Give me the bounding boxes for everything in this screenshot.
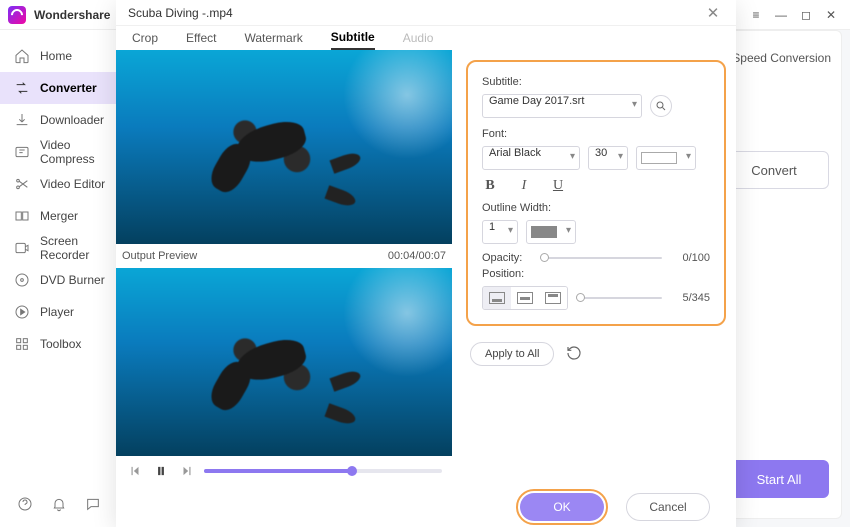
- home-icon: [14, 48, 30, 64]
- start-all-button[interactable]: Start All: [729, 460, 829, 498]
- sidebar-item-label: Merger: [40, 209, 78, 223]
- speed-conversion-label[interactable]: Speed Conversion: [732, 51, 831, 65]
- output-preview-label: Output Preview: [122, 250, 197, 262]
- sidebar-item-compressor[interactable]: Video Compress: [0, 136, 129, 168]
- outline-color-select[interactable]: [526, 220, 576, 244]
- maximize-button[interactable]: ◻: [795, 5, 817, 25]
- sidebar: Home Converter Downloader Video Compress…: [0, 30, 130, 527]
- prev-frame-button[interactable]: [126, 462, 144, 480]
- position-bottom-button[interactable]: [483, 287, 511, 309]
- sidebar-item-converter[interactable]: Converter: [0, 72, 129, 104]
- sidebar-item-label: Converter: [40, 81, 97, 95]
- sidebar-item-label: Video Editor: [40, 177, 105, 191]
- ok-button[interactable]: OK: [520, 493, 604, 521]
- download-icon: [14, 112, 30, 128]
- pause-button[interactable]: [152, 462, 170, 480]
- preview-column: Output Preview 00:04/00:07: [116, 50, 452, 486]
- font-color-select[interactable]: [636, 146, 696, 170]
- search-subtitle-button[interactable]: [650, 95, 672, 117]
- position-top-button[interactable]: [539, 287, 567, 309]
- apply-to-all-button[interactable]: Apply to All: [470, 342, 554, 366]
- font-label: Font:: [482, 128, 710, 140]
- subtitle-dialog: Scuba Diving -.mp4 ✕ Crop Effect Waterma…: [116, 0, 736, 527]
- disc-icon: [14, 272, 30, 288]
- scissors-icon: [14, 176, 30, 192]
- sidebar-item-label: Screen Recorder: [40, 234, 115, 262]
- close-dialog-button[interactable]: ✕: [702, 2, 724, 24]
- subtitle-panel: Subtitle: Game Day 2017.srt Font: Arial …: [466, 60, 726, 326]
- grid-icon: [14, 336, 30, 352]
- sidebar-item-label: Downloader: [40, 113, 104, 127]
- position-value: 5/345: [670, 292, 710, 304]
- converter-icon: [14, 80, 30, 96]
- sidebar-item-merger[interactable]: Merger: [0, 200, 129, 232]
- sidebar-item-label: DVD Burner: [40, 273, 105, 287]
- tab-watermark[interactable]: Watermark: [244, 27, 302, 49]
- minimize-button[interactable]: —: [770, 5, 792, 25]
- sidebar-item-player[interactable]: Player: [0, 296, 129, 328]
- underline-button[interactable]: U: [550, 178, 566, 194]
- record-icon: [14, 240, 30, 256]
- sidebar-item-home[interactable]: Home: [0, 40, 129, 72]
- sidebar-item-recorder[interactable]: Screen Recorder: [0, 232, 129, 264]
- dialog-tabs: Crop Effect Watermark Subtitle Audio: [116, 26, 736, 50]
- original-preview: [116, 50, 452, 244]
- cancel-button[interactable]: Cancel: [626, 493, 710, 521]
- tab-effect[interactable]: Effect: [186, 27, 216, 49]
- bell-icon[interactable]: [50, 495, 68, 513]
- font-family-select[interactable]: Arial Black: [482, 146, 580, 170]
- bold-button[interactable]: B: [482, 178, 498, 194]
- menu-button[interactable]: ≡: [745, 5, 767, 25]
- sidebar-item-editor[interactable]: Video Editor: [0, 168, 129, 200]
- opacity-slider[interactable]: [540, 257, 662, 259]
- sidebar-item-downloader[interactable]: Downloader: [0, 104, 129, 136]
- chat-icon[interactable]: [84, 495, 102, 513]
- sidebar-item-label: Toolbox: [40, 337, 81, 351]
- font-size-select[interactable]: 30: [588, 146, 628, 170]
- outline-width-select[interactable]: 1: [482, 220, 518, 244]
- sidebar-item-toolbox[interactable]: Toolbox: [0, 328, 129, 360]
- tab-crop[interactable]: Crop: [132, 27, 158, 49]
- sidebar-item-label: Video Compress: [40, 138, 115, 166]
- compress-icon: [14, 144, 30, 160]
- italic-button[interactable]: I: [516, 178, 532, 194]
- reset-icon[interactable]: [566, 345, 584, 363]
- tab-audio[interactable]: Audio: [403, 27, 434, 49]
- tab-subtitle[interactable]: Subtitle: [331, 26, 375, 50]
- position-label: Position:: [482, 268, 710, 280]
- timecode: 00:04/00:07: [388, 250, 446, 262]
- subtitle-file-select[interactable]: Game Day 2017.srt: [482, 94, 642, 118]
- app-logo-icon: [8, 6, 26, 24]
- merge-icon: [14, 208, 30, 224]
- close-app-button[interactable]: ✕: [820, 5, 842, 25]
- output-preview: [116, 268, 452, 456]
- subtitle-label: Subtitle:: [482, 76, 710, 88]
- seek-slider[interactable]: [204, 469, 442, 473]
- play-icon: [14, 304, 30, 320]
- sidebar-item-label: Home: [40, 49, 72, 63]
- next-frame-button[interactable]: [178, 462, 196, 480]
- sidebar-item-label: Player: [40, 305, 74, 319]
- app-title: Wondershare: [34, 8, 110, 22]
- opacity-value: 0/100: [670, 252, 710, 264]
- sidebar-item-dvd[interactable]: DVD Burner: [0, 264, 129, 296]
- opacity-label: Opacity:: [482, 252, 532, 264]
- position-middle-button[interactable]: [511, 287, 539, 309]
- position-slider[interactable]: [576, 297, 662, 299]
- outline-label: Outline Width:: [482, 202, 710, 214]
- dialog-title: Scuba Diving -.mp4: [128, 6, 233, 20]
- help-icon[interactable]: [16, 495, 34, 513]
